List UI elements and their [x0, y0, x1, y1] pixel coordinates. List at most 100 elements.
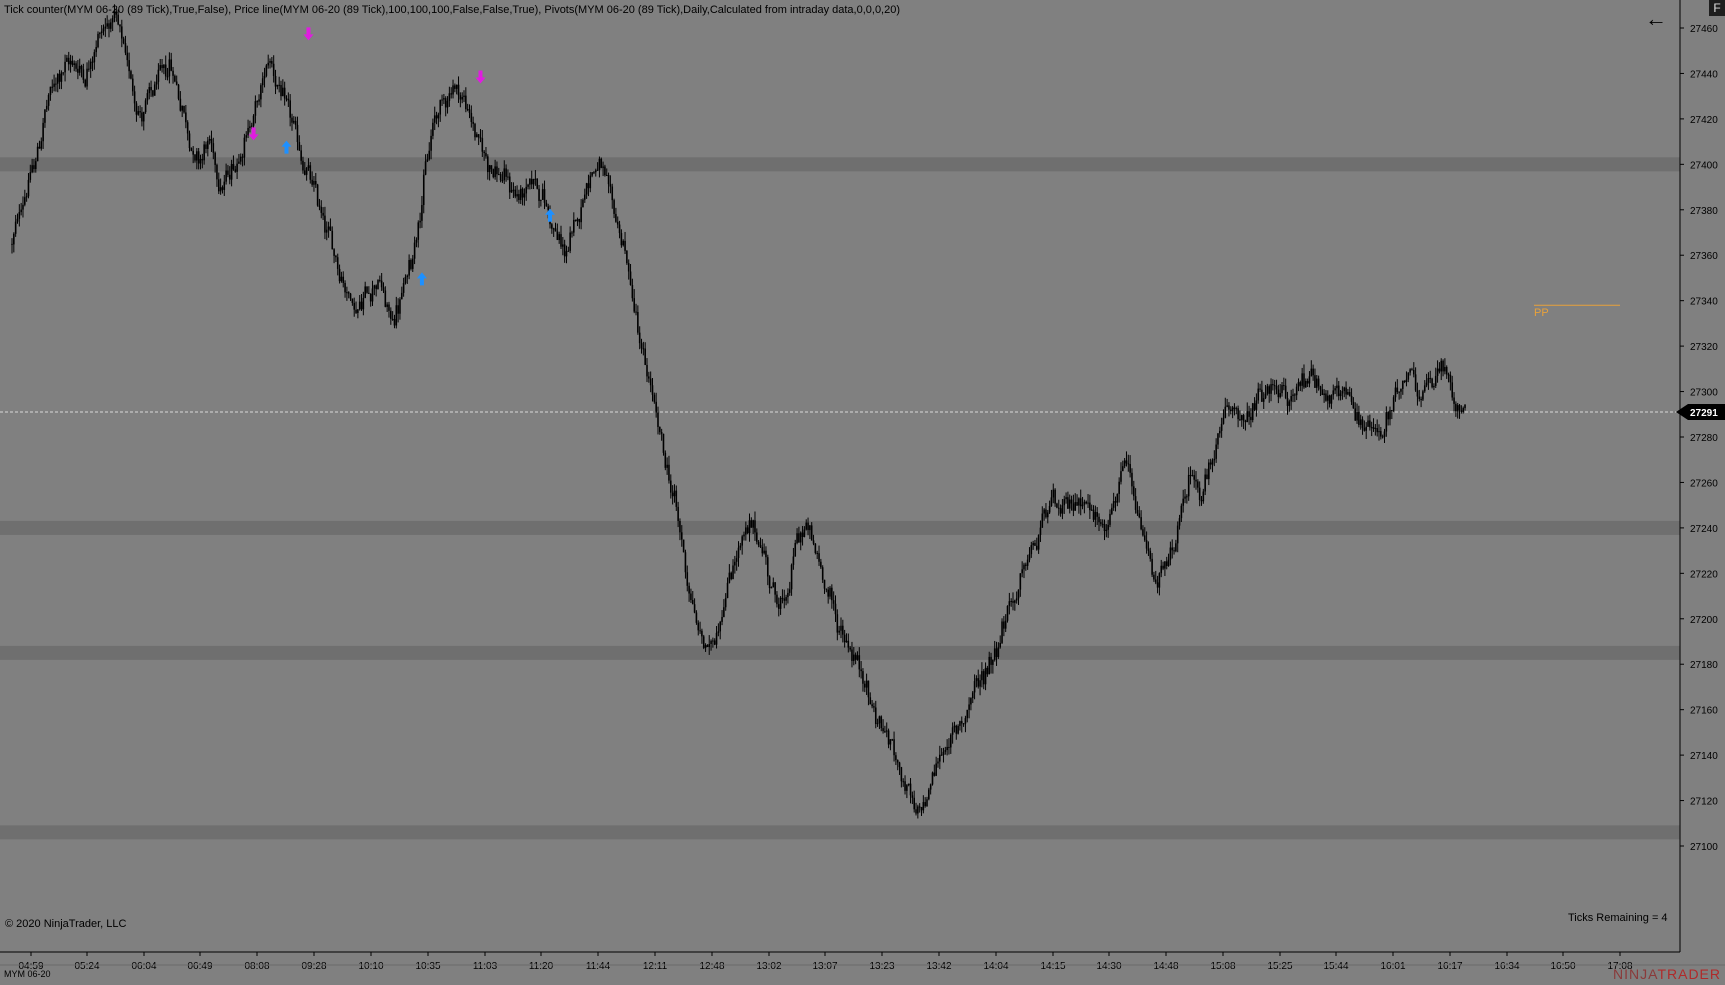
- candle-body: [510, 190, 513, 193]
- candle-body: [406, 275, 409, 278]
- candle-body: [1087, 502, 1089, 504]
- candle-body: [523, 193, 526, 198]
- candle-body: [293, 120, 295, 123]
- y-axis: [1680, 0, 1725, 952]
- candle-body: [576, 219, 579, 222]
- candle-body: [521, 188, 524, 198]
- candle-body: [289, 100, 291, 118]
- candle-body: [1392, 397, 1395, 411]
- candle-body: [1003, 621, 1005, 629]
- candle-body: [679, 520, 681, 533]
- candle-body: [1398, 391, 1400, 393]
- candle-body: [1132, 486, 1135, 497]
- candle-body: [1215, 444, 1217, 459]
- candle-body: [1455, 403, 1457, 412]
- candle-body: [1405, 379, 1408, 383]
- candle-body: [1381, 436, 1384, 438]
- candle-body: [854, 654, 857, 660]
- candle-body: [117, 14, 119, 25]
- candle-body: [139, 111, 141, 113]
- candle-body: [1402, 380, 1404, 389]
- candle-body: [265, 65, 268, 76]
- candle-body: [157, 69, 160, 82]
- candle-body: [1290, 396, 1292, 402]
- candle-body: [944, 750, 947, 752]
- candle-body: [1385, 412, 1388, 432]
- candle-body: [1341, 391, 1344, 394]
- candle-body: [199, 158, 202, 164]
- candle-body: [845, 640, 848, 643]
- candle-body: [377, 279, 379, 290]
- candle-body: [1151, 558, 1153, 575]
- candle-body: [335, 255, 337, 258]
- candle-body: [1226, 405, 1228, 407]
- candle-body: [809, 525, 811, 531]
- candle-body: [637, 311, 639, 333]
- candle-body: [1072, 503, 1075, 511]
- candle-body: [325, 229, 328, 233]
- candle-body: [626, 250, 628, 264]
- candle-body: [765, 550, 767, 558]
- candle-body: [411, 258, 414, 269]
- candle-body: [121, 26, 123, 39]
- candle-body: [878, 716, 881, 724]
- candle-body: [1105, 529, 1108, 532]
- candle-body: [779, 597, 782, 609]
- candle-body: [391, 318, 394, 320]
- candle-body: [638, 332, 641, 344]
- y-tick-label: 27120: [1690, 797, 1718, 808]
- candle-body: [805, 522, 808, 530]
- candle-body: [1412, 369, 1415, 375]
- arrow-left-icon[interactable]: ←: [1645, 8, 1667, 30]
- candle-body: [234, 169, 237, 172]
- candle-body: [997, 647, 1000, 658]
- candle-body: [366, 286, 368, 293]
- candle-body: [1118, 481, 1120, 494]
- candle-body: [122, 38, 125, 44]
- candle-body: [254, 101, 257, 116]
- candle-body: [452, 85, 454, 95]
- x-tick-label: 14:15: [1040, 961, 1065, 972]
- candle-body: [587, 183, 590, 189]
- candle-body: [697, 622, 700, 631]
- corner-button[interactable]: F: [1709, 0, 1725, 16]
- candle-body: [1334, 388, 1336, 391]
- candle-body: [1323, 393, 1325, 396]
- candle-body: [1158, 573, 1161, 588]
- candle-body: [1462, 408, 1464, 413]
- candle-body: [1028, 554, 1031, 560]
- candle-body: [31, 165, 33, 173]
- candle-body: [16, 218, 19, 222]
- candle-body: [338, 268, 341, 282]
- candle-body: [399, 299, 401, 314]
- candle-body: [364, 286, 366, 298]
- price-chart[interactable]: PP 27460 27440 27420 27400 27380 27360 27340 273…: [0, 0, 1725, 985]
- candle-body: [615, 213, 617, 222]
- candle-body: [847, 640, 850, 648]
- candle-body: [104, 26, 107, 29]
- candle-body: [602, 166, 604, 168]
- candle-body: [609, 184, 612, 187]
- candle-body: [745, 527, 747, 535]
- y-tick-label: 27340: [1690, 297, 1718, 308]
- candle-body: [1449, 374, 1452, 383]
- candle-body: [89, 61, 92, 69]
- candle-body: [552, 228, 555, 230]
- candle-body: [1019, 573, 1022, 590]
- candle-body: [820, 561, 822, 568]
- candle-body: [1328, 395, 1331, 404]
- candle-body: [1231, 407, 1234, 412]
- candle-body: [1039, 527, 1042, 535]
- candle-body: [69, 60, 72, 65]
- candle-body: [347, 292, 350, 294]
- candle-body: [49, 86, 52, 96]
- candle-body: [1363, 427, 1366, 431]
- candle-body: [863, 683, 866, 688]
- candle-body: [459, 95, 462, 100]
- candle-body: [702, 636, 705, 648]
- candle-body: [1134, 496, 1137, 510]
- x-tick-label: 11:20: [529, 961, 554, 972]
- x-tick-label: 16:34: [1494, 961, 1519, 972]
- candle-body: [803, 529, 806, 537]
- candle-body: [239, 156, 242, 162]
